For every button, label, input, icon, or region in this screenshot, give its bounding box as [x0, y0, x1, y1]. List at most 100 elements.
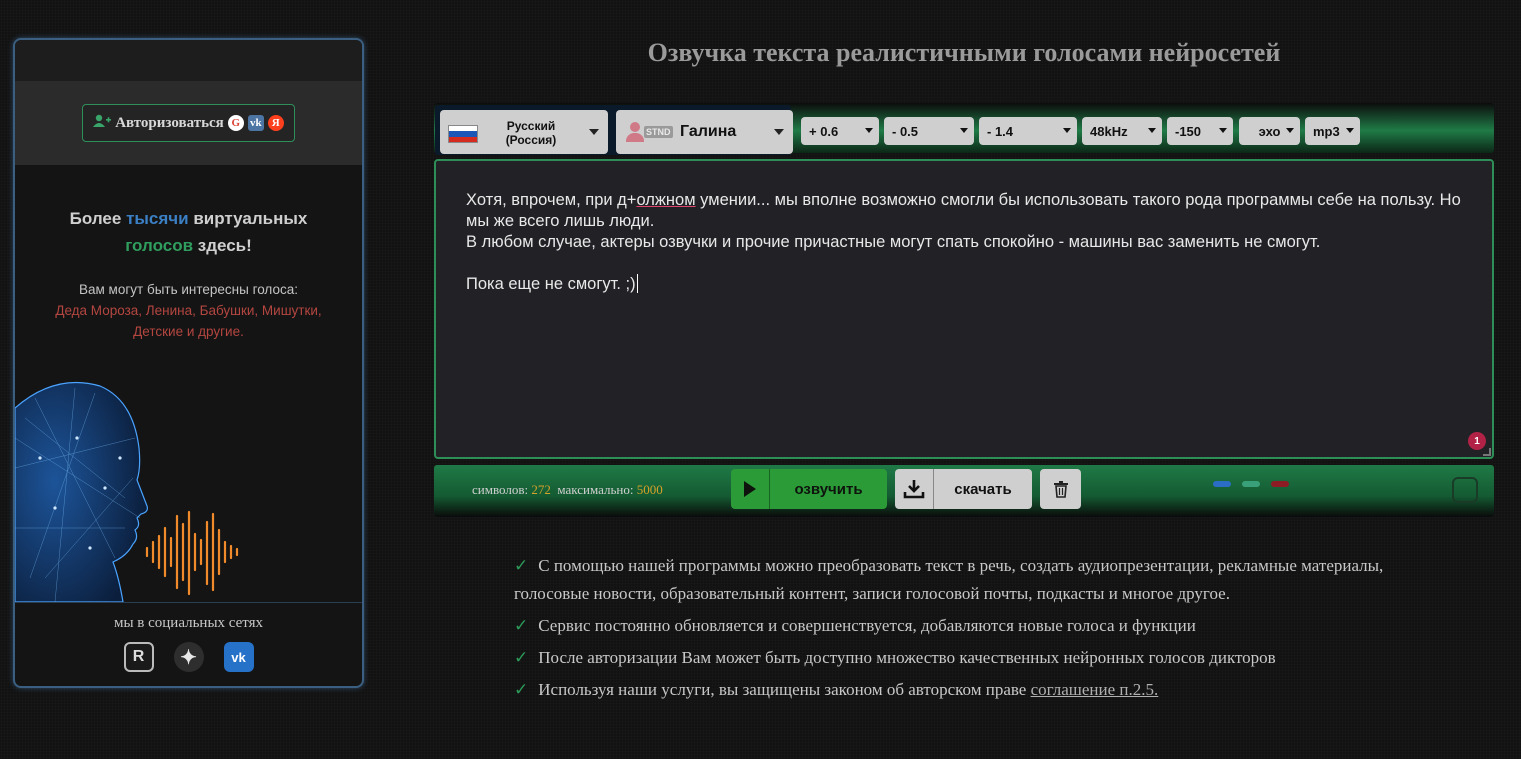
promo-text: Более [69, 209, 127, 228]
feature-item: ✓ Сервис постоянно обновляется и совершен… [514, 612, 1394, 640]
language-select[interactable]: Русский (Россия) [440, 110, 608, 154]
theme-dot-blue[interactable] [1213, 481, 1231, 487]
russia-flag-icon [448, 125, 478, 143]
theme-dot-red[interactable] [1271, 481, 1289, 487]
text-cursor [636, 274, 638, 293]
speak-button[interactable]: озвучить [731, 469, 887, 509]
play-icon [731, 469, 770, 509]
chevron-down-icon [1346, 128, 1354, 133]
char-counter: символов: 272 максимально: 5000 [472, 482, 663, 498]
auth-section: Авторизоваться G vk Я [15, 81, 362, 165]
sidebar-topbar [15, 40, 362, 81]
format-value: mp3 [1313, 123, 1340, 139]
vk-icon[interactable]: vk [223, 642, 254, 672]
max-label: максимально: [557, 482, 634, 497]
spellcheck-word: олжном [636, 191, 696, 209]
social-label: мы в социальных сетях [113, 615, 264, 631]
features-list: ✓ С помощью нашей программы можно преобра… [514, 552, 1394, 708]
promo-highlight-voices: голосов [125, 236, 194, 255]
voice-select[interactable]: STND Галина [616, 110, 793, 154]
chevron-down-icon [589, 129, 599, 135]
text-editor[interactable]: Хотя, впрочем, при д+олжном умении... мы… [434, 159, 1494, 459]
theme-switcher [1213, 481, 1289, 487]
editor-paragraph: Пока еще не смогут. ;) [466, 274, 1464, 295]
language-voice-panel: Русский (Россия) STND Галина [435, 105, 793, 155]
pause-select[interactable]: -150 [1167, 117, 1233, 145]
editor-content[interactable]: Хотя, впрочем, при д+олжном умении... мы… [466, 190, 1464, 295]
social-section: мы в социальных сетях R ✦ vk [15, 602, 362, 686]
page-title: Озвучка текста реалистичными голосами не… [647, 38, 1281, 67]
download-button[interactable]: скачать [895, 469, 1032, 509]
check-icon: ✓ [514, 616, 529, 635]
feature-text: С помощью нашей программы можно преобраз… [514, 556, 1384, 603]
check-icon: ✓ [514, 680, 529, 699]
feature-item: ✓ С помощью нашей программы можно преобра… [514, 552, 1394, 608]
voice-name: Галина [680, 123, 737, 140]
editor-text-segment: Хотя, впрочем, при д+ [466, 191, 637, 209]
chevron-down-icon [865, 128, 873, 133]
trash-icon [1053, 481, 1068, 498]
samplerate-select[interactable]: 48kHz [1082, 117, 1162, 145]
download-label: скачать [954, 480, 1012, 498]
voice-tier-badge: STND [644, 126, 673, 138]
chevron-down-icon [1286, 128, 1294, 133]
samplerate-value: 48kHz [1090, 123, 1128, 139]
feature-text: Сервис постоянно обновляется и совершенс… [538, 616, 1196, 635]
google-icon[interactable]: G [227, 115, 244, 131]
vk-icon[interactable]: vk [247, 115, 264, 131]
editor-paragraph: В любом случае, актеры озвучки и прочие … [466, 233, 1321, 251]
delete-button[interactable] [1040, 469, 1081, 509]
pitch-select[interactable]: - 0.5 [884, 117, 974, 145]
yandex-icon[interactable]: Я [267, 115, 284, 131]
pitch-value: - 0.5 [892, 123, 919, 139]
speed-value: + 0.6 [809, 123, 839, 139]
chars-label: символов: [472, 482, 529, 497]
feature-item: ✓ После авторизации Вам может быть доступ… [514, 644, 1394, 672]
resize-handle[interactable] [1483, 448, 1491, 456]
speed-select[interactable]: + 0.6 [801, 117, 879, 145]
promo-block: Более тысячи виртуальных голосов здесь! … [15, 165, 362, 342]
check-icon: ✓ [514, 556, 529, 575]
login-label: Авторизоваться [115, 114, 224, 131]
promo-voices-list: Деда Мороза, Ленина, Бабушки, Мишутки, Д… [55, 303, 322, 339]
chevron-down-icon [1219, 128, 1227, 133]
fullscreen-toggle[interactable] [1452, 477, 1478, 503]
promo-title: Более тысячи виртуальных голосов здесь! [15, 205, 362, 259]
promo-subtitle: Вам могут быть интересны голоса: [79, 282, 298, 297]
feature-text: После авторизации Вам может быть доступн… [538, 648, 1276, 667]
language-name: Русский [506, 119, 556, 133]
chars-value: 272 [531, 482, 551, 497]
pause-value: -150 [1175, 123, 1202, 139]
sidebar-panel: Авторизоваться G vk Я Более тысячи вирту… [13, 38, 364, 688]
editor-text-segment: Пока еще не смогут. ;) [466, 275, 636, 293]
female-avatar-icon [626, 122, 644, 142]
volume-select[interactable]: - 1.4 [979, 117, 1077, 145]
zen-icon[interactable]: ✦ [173, 642, 204, 672]
promo-highlight-thousands: тысячи [126, 209, 189, 228]
format-select[interactable]: mp3 [1305, 117, 1360, 145]
effect-select[interactable]: эхо [1239, 117, 1300, 145]
neural-head-illustration [15, 381, 239, 602]
feature-item: ✓ Используя наши услуги, вы защищены зако… [514, 676, 1394, 704]
language-label: Русский (Россия) [488, 119, 574, 147]
promo-text: здесь! [193, 236, 252, 255]
rutube-icon[interactable]: R [123, 642, 154, 672]
action-bar: символов: 272 максимально: 5000 озвучить… [434, 465, 1494, 517]
chevron-down-icon [774, 129, 784, 135]
login-button[interactable]: Авторизоваться G vk Я [82, 104, 295, 142]
volume-value: - 1.4 [987, 123, 1014, 139]
editor-blank-line [466, 253, 1464, 274]
speak-label: озвучить [794, 480, 863, 498]
editor-paragraph: Хотя, впрочем, при д+олжном умении... мы… [466, 190, 1464, 232]
user-plus-icon [93, 114, 112, 133]
sound-wave-graphic [145, 510, 239, 596]
agreement-link[interactable]: соглашение п.2.5. [1031, 680, 1159, 699]
chevron-down-icon [1063, 128, 1071, 133]
controls-bar: Русский (Россия) STND Галина + 0.6 - 0.5… [434, 103, 1494, 155]
social-icons: R ✦ vk [15, 642, 362, 672]
theme-dot-green[interactable] [1242, 481, 1260, 487]
feature-text: Используя наши услуги, вы защищены закон… [538, 680, 1031, 699]
chevron-down-icon [1148, 128, 1156, 133]
effect-value: эхо [1258, 123, 1281, 139]
promo-text: виртуальных [188, 209, 308, 228]
